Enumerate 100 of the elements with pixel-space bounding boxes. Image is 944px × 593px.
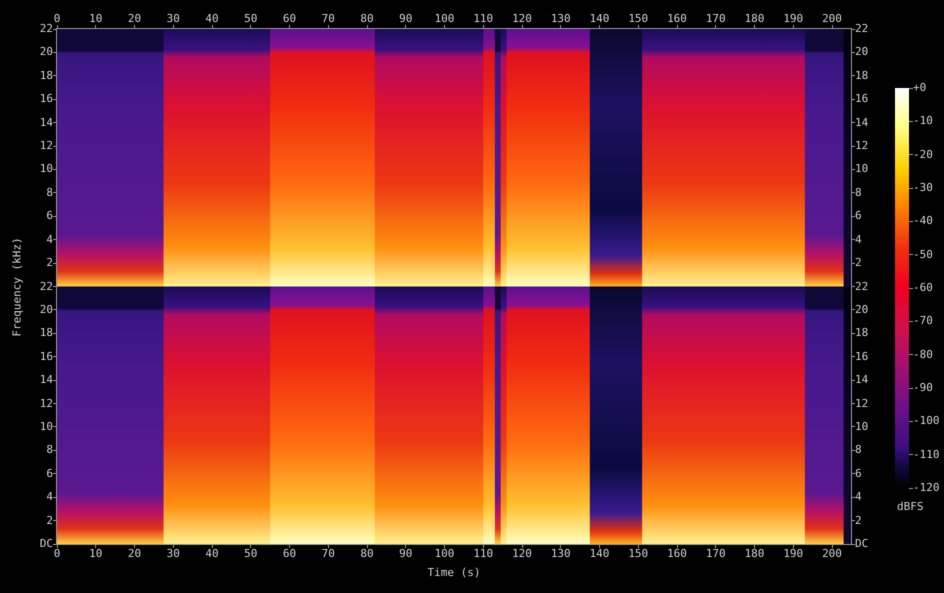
tick-label: 160 [662,544,692,560]
axis-title: Time (s) [428,566,480,579]
tick-label: 60 [274,13,304,29]
tick-label: 40 [197,13,227,29]
tick-label: 190 [778,544,808,560]
tick-label: -100 [909,415,940,428]
tick-label: 50 [236,13,266,29]
tick-label: 110 [468,13,498,29]
tick-label: -80 [909,348,933,361]
tick-label: 70 [313,13,344,29]
tick-label: 12 [851,140,868,152]
tick-label: 18 [851,70,868,82]
tick-label: 2 [46,257,57,270]
tick-label: 16 [40,93,57,106]
tick-label: 10 [40,420,57,433]
tick-label: 8 [46,444,57,456]
tick-label: 18 [40,70,57,82]
tick-label: -70 [909,315,933,328]
tick-label: 22 [40,23,57,35]
tick-label: 4 [46,491,57,504]
axis-title: Frequency (kHz) [10,236,25,336]
tick-label: 4 [46,234,57,246]
colorbar-unit: dBFS [897,500,924,513]
tick-label: 8 [46,186,57,199]
tick-label: 140 [584,544,614,560]
tick-label: 12 [851,398,868,410]
tick-label: 30 [158,13,188,29]
tick-label: 50 [236,544,266,560]
tick-label: 20 [120,544,150,560]
tick-label: 80 [352,13,382,29]
tick-label: 10 [80,13,111,29]
tick-label: 10 [40,163,57,176]
tick-label: 12 [40,398,57,410]
tick-label: 200 [817,13,847,29]
tick-label: 190 [778,13,808,29]
tick-label: 14 [851,374,868,386]
tick-label: 130 [546,544,576,560]
tick-label: -40 [909,215,933,228]
tick-label: 20 [851,304,868,316]
tick-label: 10 [851,163,868,176]
tick-label: 6 [851,210,862,222]
tick-label: 2 [851,257,862,270]
tick-label: 16 [851,350,868,363]
tick-label: 120 [507,13,537,29]
tick-label: 6 [851,468,862,480]
tick-label: 20 [40,304,57,316]
tick-label: 16 [40,350,57,363]
tick-label: 100 [430,544,460,560]
tick-label: 22 [851,280,868,292]
tick-label: 20 [40,46,57,58]
tick-label: DC [851,538,868,550]
tick-label: -120 [909,482,940,494]
tick-label: 10 [80,544,111,560]
tick-label: 22 [851,23,868,35]
tick-label: 200 [817,544,847,560]
tick-label: 140 [584,13,614,29]
tick-label: 14 [851,116,868,129]
tick-label: 70 [313,544,344,560]
tick-label: 4 [851,491,862,504]
tick-label: 18 [851,327,868,340]
tick-label: 150 [623,13,654,29]
tick-label: 90 [390,13,421,29]
tick-label: 6 [46,468,57,480]
tick-label: 12 [40,140,57,152]
tick-label: 120 [507,544,537,560]
tick-label: 170 [700,544,731,560]
tick-label: 180 [740,544,770,560]
tick-label: 130 [546,13,576,29]
tick-label: 8 [851,186,862,199]
tick-label: -60 [909,282,933,294]
tick-label: 16 [851,93,868,106]
tick-label: 2 [46,514,57,527]
tick-label: -110 [909,448,940,461]
tick-label: 110 [468,544,498,560]
tick-label: 22 [40,280,57,292]
tick-label: 40 [197,544,227,560]
tick-label: 20 [851,46,868,58]
tick-label: 80 [352,544,382,560]
tick-label: -50 [909,248,933,261]
tick-label: 170 [700,13,731,29]
tick-label: 100 [430,13,460,29]
tick-label: -10 [909,115,933,128]
tick-label: -20 [909,148,933,161]
tick-label: 150 [623,544,654,560]
tick-label: 20 [120,13,150,29]
tick-label: -30 [909,182,933,194]
tick-label: 160 [662,13,692,29]
tick-label: 4 [851,234,862,246]
tick-label: 8 [851,444,862,456]
tick-label: -90 [909,382,933,394]
tick-label: 2 [851,514,862,527]
tick-label: 180 [740,13,770,29]
tick-label: 14 [40,374,57,386]
tick-label: 90 [390,544,421,560]
tick-label: +0 [909,82,926,94]
tick-label: 18 [40,327,57,340]
tick-label: 30 [158,544,188,560]
tick-label: 60 [274,544,304,560]
tick-label: 10 [851,420,868,433]
tick-label: 14 [40,116,57,129]
